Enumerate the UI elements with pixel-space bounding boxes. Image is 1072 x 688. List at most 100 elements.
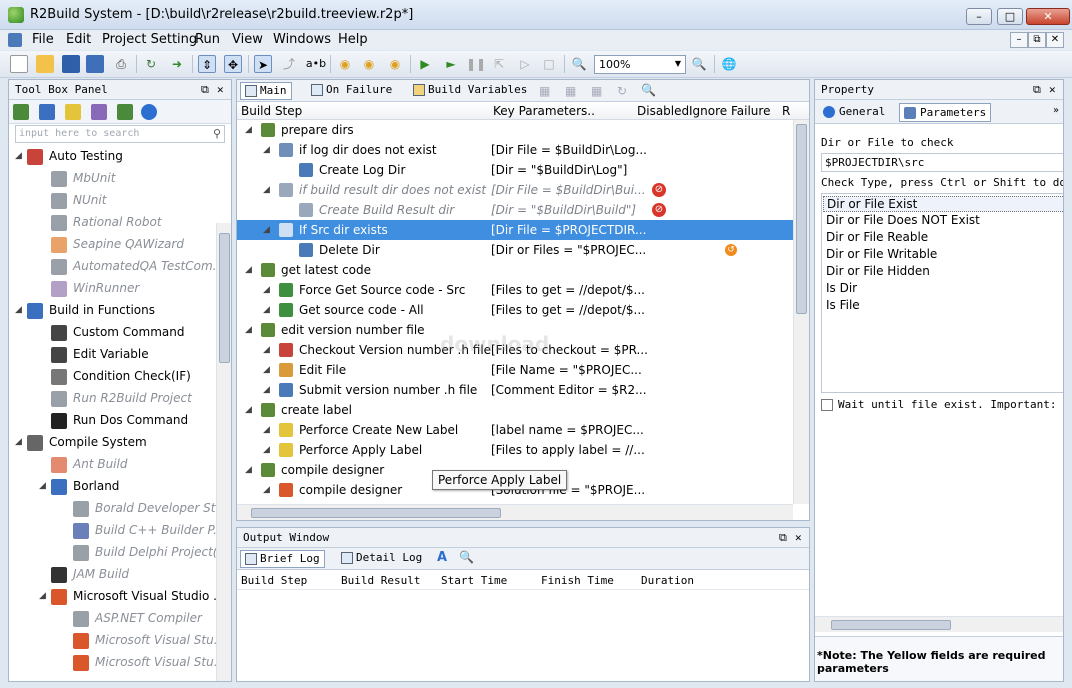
mdi-minimize-button[interactable]: –: [1010, 32, 1028, 48]
export-icon[interactable]: ➜: [168, 55, 186, 73]
disabled-icon[interactable]: ⊘: [652, 203, 666, 217]
check-type-option[interactable]: Dir or File Does NOT Exist: [826, 213, 980, 227]
zoom-out-icon[interactable]: 🔍: [570, 55, 588, 73]
build-step-row[interactable]: ◢ if log dir does not exist [Dir File = $B…: [237, 140, 793, 160]
col-r[interactable]: R: [782, 104, 790, 118]
pause-icon[interactable]: ❚❚: [466, 55, 486, 73]
check-type-option[interactable]: Dir or File Writable: [826, 247, 937, 261]
toolbox-item[interactable]: ◢ Build in Functions: [15, 299, 155, 321]
expand-arrow-icon[interactable]: ◢: [245, 320, 252, 340]
check-type-option[interactable]: Dir or File Hidden: [826, 264, 930, 278]
toolbox-item[interactable]: Microsoft Visual Stu...: [73, 651, 225, 673]
toolbox-item[interactable]: ◢ Borland: [39, 475, 119, 497]
toolbox-item[interactable]: Build Delphi Project(...: [73, 541, 229, 563]
toolbox-item[interactable]: Ant Build: [51, 453, 127, 475]
refresh-icon[interactable]: [13, 104, 29, 120]
build-step-row[interactable]: ◢ If Src dir exists [Dir File = $PROJECTDI…: [237, 220, 793, 240]
toolbox-item[interactable]: JAM Build: [51, 563, 129, 585]
toolbox-search-input[interactable]: input here to search ⚲: [15, 125, 225, 143]
zoom-in-icon[interactable]: 🔍: [690, 55, 708, 73]
build-step-row[interactable]: ◢ Edit File [File Name = "$PROJEC...: [237, 360, 793, 380]
col-start-time[interactable]: Start Time: [441, 574, 507, 587]
toolbox-item[interactable]: ◢ Auto Testing: [15, 145, 123, 167]
toolbox-item[interactable]: Condition Check(IF): [51, 365, 191, 387]
build-icon[interactable]: ◉: [336, 55, 354, 73]
resume-icon[interactable]: ▷: [516, 55, 534, 73]
expand-arrow-icon[interactable]: ◢: [263, 360, 270, 380]
ignore-failure-icon[interactable]: ↺: [725, 244, 737, 256]
pin-icon[interactable]: ⧉: [201, 83, 209, 97]
toolbox-item[interactable]: Edit Variable: [51, 343, 149, 365]
property-horizontal-scrollbar[interactable]: [815, 616, 1063, 632]
check-type-option[interactable]: Dir or File Exist: [823, 196, 1063, 212]
globe-icon[interactable]: 🌐: [720, 55, 738, 73]
toolbox-scrollbar[interactable]: [216, 223, 231, 681]
expand-arrow-icon[interactable]: ◢: [15, 299, 22, 321]
toolbox-item[interactable]: Custom Command: [51, 321, 184, 343]
expand-arrow-icon[interactable]: ◢: [263, 220, 270, 240]
rename-icon[interactable]: a•b: [304, 55, 328, 73]
save-icon[interactable]: [62, 55, 80, 73]
scroll-thumb[interactable]: [796, 124, 807, 314]
expand-arrow-icon[interactable]: ◢: [39, 585, 46, 607]
build-step-row[interactable]: ◢ create label: [237, 400, 793, 420]
toolbox-item[interactable]: Build C++ Builder P...: [73, 519, 225, 541]
build-step-row[interactable]: ◢ Perforce Create New Label [label name = …: [237, 420, 793, 440]
expand-arrow-icon[interactable]: ◢: [263, 280, 270, 300]
expand-arrow-icon[interactable]: ◢: [39, 475, 46, 497]
scroll-thumb[interactable]: [219, 233, 230, 363]
maximize-button[interactable]: □: [997, 8, 1023, 25]
tools-icon[interactable]: [39, 104, 55, 120]
col-build-result[interactable]: Build Result: [341, 574, 420, 587]
tree-view-icon[interactable]: ⇕: [198, 55, 216, 73]
expand-arrow-icon[interactable]: ◢: [263, 380, 270, 400]
expand-arrow-icon[interactable]: ◢: [245, 120, 252, 140]
wait-checkbox-row[interactable]: Wait until file exist. Important: it: [821, 398, 1063, 411]
toolbox-item[interactable]: Borald Developer St...: [73, 497, 227, 519]
menu-windows[interactable]: Windows: [273, 32, 331, 47]
tab-main[interactable]: Main: [240, 82, 292, 100]
expand-arrow-icon[interactable]: ◢: [263, 480, 270, 500]
build-step-row[interactable]: Create Build Result dir [Dir = "$BuildDir…: [237, 200, 793, 220]
build-step-row[interactable]: ◢ Perforce Apply Label [Files to apply lab…: [237, 440, 793, 460]
expand-arrow-icon[interactable]: ◢: [245, 400, 252, 420]
build-step-row[interactable]: ◢ Submit version number .h file [Comment E…: [237, 380, 793, 400]
menu-view[interactable]: View: [232, 32, 263, 47]
panel-close-icon[interactable]: ✕: [217, 83, 224, 96]
font-icon[interactable]: A: [437, 550, 447, 565]
minimize-button[interactable]: –: [966, 8, 992, 25]
expand-arrow-icon[interactable]: ◢: [263, 180, 270, 200]
check-type-list[interactable]: Dir or File Exist Dir or File Does NOT Ex…: [821, 193, 1063, 393]
menu-file[interactable]: File: [32, 32, 54, 47]
grid-icon[interactable]: ▦: [539, 84, 550, 98]
open-icon[interactable]: [36, 55, 54, 73]
more-tabs-icon[interactable]: »: [1053, 105, 1059, 116]
find-icon[interactable]: 🔍: [641, 83, 656, 97]
tab-build-variables[interactable]: Build Variables: [409, 82, 531, 100]
globe-icon[interactable]: [141, 104, 157, 120]
col-finish-time[interactable]: Finish Time: [541, 574, 614, 587]
col-build-step[interactable]: Build Step: [241, 104, 302, 118]
expand-arrow-icon[interactable]: ◢: [245, 260, 252, 280]
find-icon[interactable]: 🔍: [459, 550, 474, 564]
col-disabled[interactable]: Disabled: [637, 104, 689, 118]
zoom-select[interactable]: 100% ▼: [594, 55, 686, 74]
col-ignore-failure[interactable]: Ignore Failure: [689, 104, 770, 118]
menu-run[interactable]: Run: [195, 32, 220, 47]
stop-icon[interactable]: □: [540, 55, 558, 73]
scroll-thumb[interactable]: [831, 620, 951, 630]
expand-arrow-icon[interactable]: ◢: [263, 440, 270, 460]
toolbox-item[interactable]: AutomatedQA TestCom...: [51, 255, 224, 277]
build-step-row[interactable]: ◢ if build result dir does not exist [Dir …: [237, 180, 793, 200]
menu-help[interactable]: Help: [338, 32, 368, 47]
step-into-icon[interactable]: ⇱: [490, 55, 508, 73]
build-step-row[interactable]: ◢ get latest code: [237, 260, 793, 280]
pointer-icon[interactable]: ➤: [254, 55, 272, 73]
mdi-restore-button[interactable]: ⧉: [1028, 32, 1046, 48]
toolbox-item[interactable]: ◢ Microsoft Visual Studio ...: [39, 585, 225, 607]
collapse-icon[interactable]: ▦: [591, 84, 602, 98]
toolbox-item[interactable]: Run Dos Command: [51, 409, 188, 431]
tab-parameters[interactable]: Parameters: [899, 103, 992, 122]
toolbox-item[interactable]: ASP.NET Compiler: [73, 607, 202, 629]
tab-general[interactable]: General: [819, 103, 889, 122]
